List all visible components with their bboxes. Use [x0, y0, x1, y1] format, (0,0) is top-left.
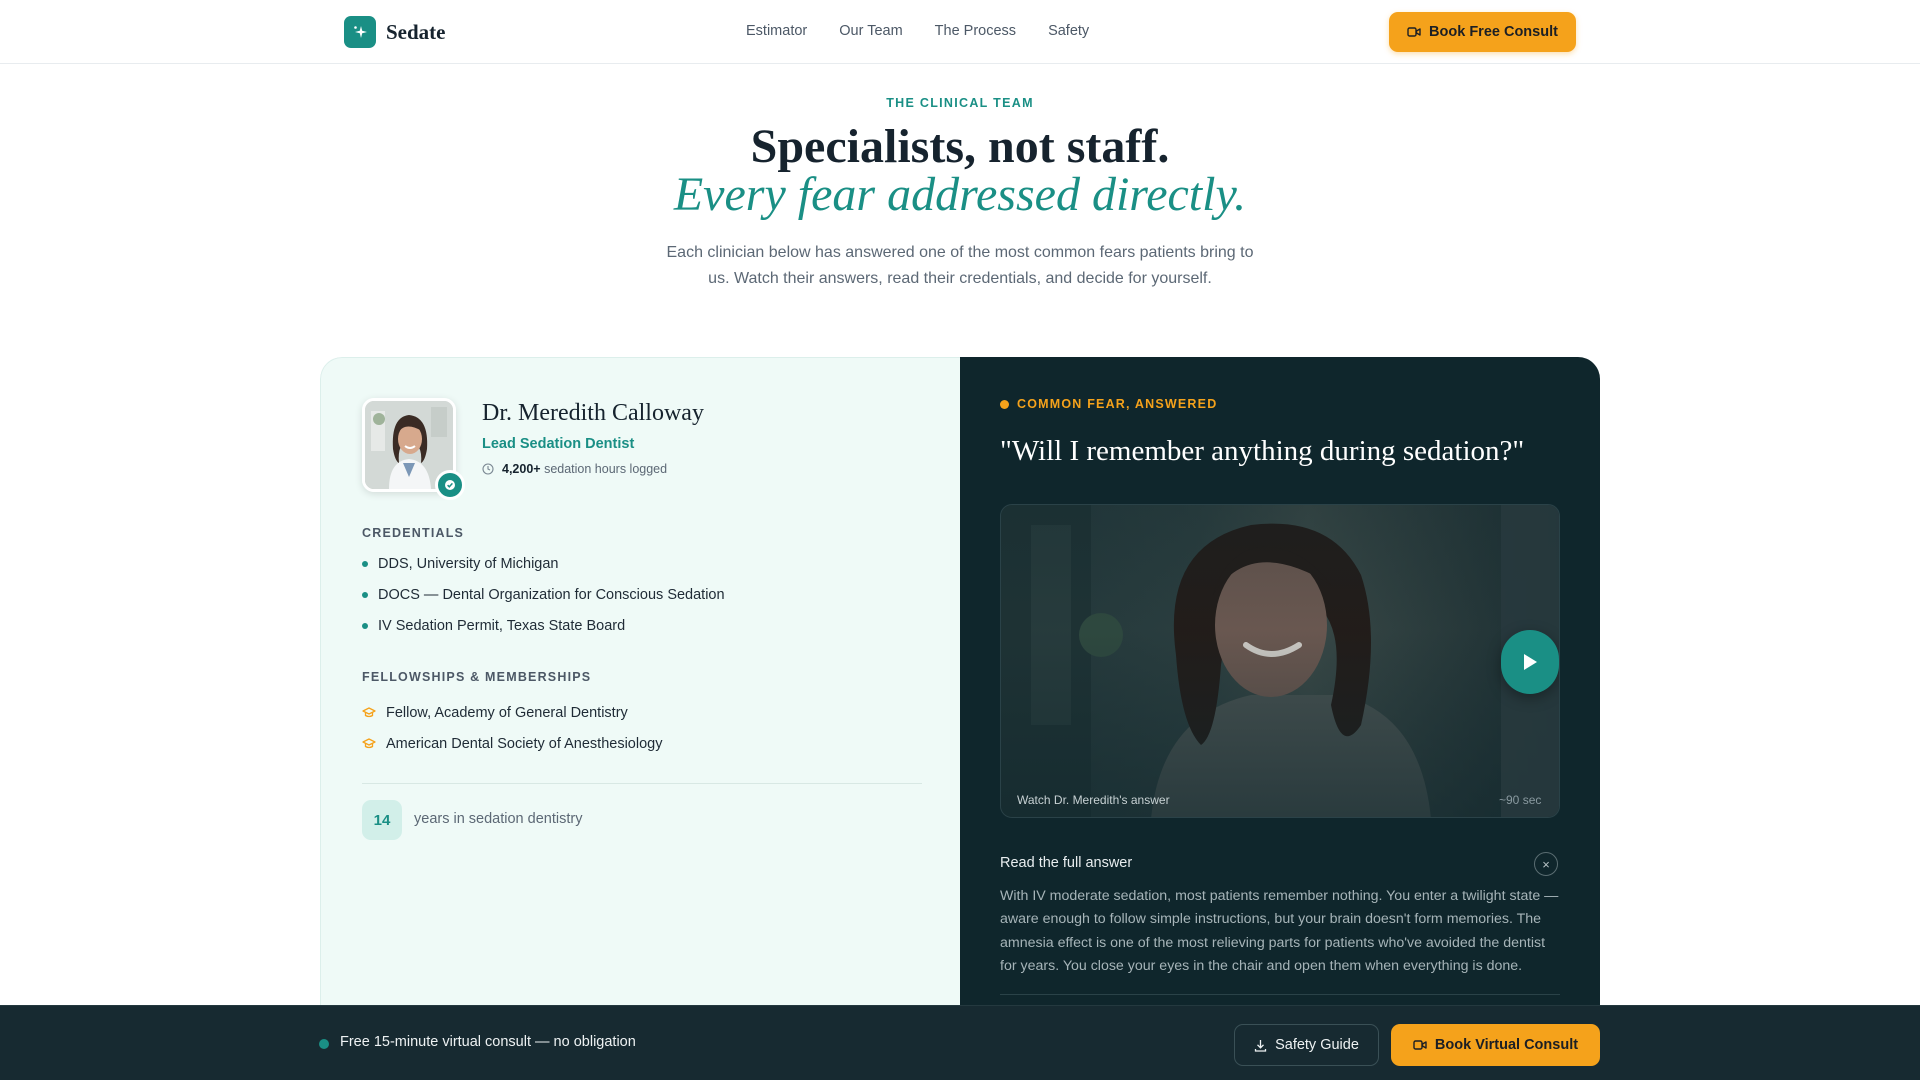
video-player[interactable]: Watch Dr. Meredith's answer ~90 sec	[1000, 504, 1560, 818]
nav-links: Estimator Our Team The Process Safety	[746, 23, 1089, 39]
sparkle-icon	[344, 16, 376, 48]
fellowships-title: FELLOWSHIPS & MEMBERSHIPS	[362, 670, 592, 684]
status-dot	[319, 1039, 329, 1049]
top-nav: Sedate Estimator Our Team The Process Sa…	[0, 0, 1920, 64]
sedation-hours-label: sedation hours logged	[544, 462, 668, 476]
status-dot	[1000, 399, 1009, 409]
list-item: IV Sedation Permit, Texas State Board	[362, 610, 725, 641]
play-button[interactable]	[1501, 630, 1559, 694]
brand-name: Sedate	[386, 19, 446, 44]
safety-guide-button[interactable]: Safety Guide	[1234, 1024, 1379, 1066]
sedation-hours-value: 4,200+	[502, 462, 541, 476]
sticky-bottom-bar: Free 15-minute virtual consult — no obli…	[0, 1005, 1920, 1080]
years-badge: 14	[362, 800, 402, 840]
clinician-name: Dr. Meredith Calloway	[482, 400, 704, 426]
page-title-accent: Every fear addressed directly.	[673, 168, 1247, 221]
bullet-dot	[362, 591, 368, 598]
answer-toggle-title[interactable]: Read the full answer	[1000, 855, 1132, 871]
nav-link-safety[interactable]: Safety	[1048, 23, 1089, 39]
credentials-list: DDS, University of Michigan DOCS — Denta…	[362, 548, 725, 641]
fear-eyebrow: COMMON FEAR, ANSWERED	[1000, 397, 1217, 411]
book-free-consult-label: Book Free Consult	[1429, 24, 1558, 40]
consult-offer-text: Free 15-minute virtual consult — no obli…	[340, 1034, 636, 1050]
clinician-role: Lead Sedation Dentist	[482, 436, 635, 452]
video-camera-icon	[1407, 27, 1421, 37]
list-item: DOCS — Dental Organization for Conscious…	[362, 579, 725, 610]
graduation-cap-icon	[362, 706, 376, 717]
clinician-profile-panel: Dr. Meredith Calloway Lead Sedation Dent…	[320, 357, 960, 1017]
list-item: DDS, University of Michigan	[362, 548, 725, 579]
fear-eyebrow-label: COMMON FEAR, ANSWERED	[1017, 397, 1218, 411]
close-icon[interactable]: ×	[1534, 852, 1558, 876]
fellowship-text: Fellow, Academy of General Dentistry	[386, 704, 628, 721]
book-free-consult-button[interactable]: Book Free Consult	[1389, 12, 1576, 52]
fellowship-text: American Dental Society of Anesthesiolog…	[386, 735, 663, 752]
list-item: American Dental Society of Anesthesiolog…	[362, 728, 662, 759]
brand-logo[interactable]: Sedate	[344, 16, 446, 48]
video-overlay	[1001, 505, 1559, 817]
years-label: years in sedation dentistry	[414, 811, 583, 827]
clock-icon	[482, 463, 494, 475]
bullet-dot	[362, 622, 368, 629]
divider	[1000, 994, 1560, 995]
nav-link-our-team[interactable]: Our Team	[839, 23, 902, 39]
sedation-hours: 4,200+ sedation hours logged	[482, 462, 667, 476]
download-icon	[1254, 1039, 1267, 1052]
nav-link-estimator[interactable]: Estimator	[746, 23, 807, 39]
credential-text: DDS, University of Michigan	[378, 555, 559, 572]
answer-body: With IV moderate sedation, most patients…	[1000, 888, 1559, 975]
video-duration: ~90 sec	[1499, 793, 1542, 807]
credentials-title: CREDENTIALS	[362, 526, 465, 540]
graduation-cap-icon	[362, 737, 376, 748]
divider	[362, 783, 922, 784]
list-item: Fellow, Academy of General Dentistry	[362, 697, 662, 728]
nav-link-the-process[interactable]: The Process	[935, 23, 1016, 39]
verified-badge-icon	[435, 470, 465, 500]
credential-text: DOCS — Dental Organization for Conscious…	[378, 586, 725, 603]
hero-lead: Each clinician below has answered one of…	[666, 244, 1254, 287]
clinician-card: Dr. Meredith Calloway Lead Sedation Dent…	[320, 357, 1600, 1017]
fear-answer-panel: COMMON FEAR, ANSWERED "Will I remember a…	[960, 357, 1600, 1017]
credential-text: IV Sedation Permit, Texas State Board	[378, 617, 626, 634]
video-caption: Watch Dr. Meredith's answer	[1017, 793, 1170, 807]
fellowships-list: Fellow, Academy of General Dentistry Ame…	[362, 697, 662, 759]
section-eyebrow: THE CLINICAL TEAM	[886, 96, 1034, 110]
avatar-wrapper	[362, 398, 465, 500]
fear-question: "Will I remember anything during sedatio…	[1000, 435, 1525, 467]
bullet-dot	[362, 560, 368, 567]
book-virtual-consult-label: Book Virtual Consult	[1434, 1037, 1579, 1053]
safety-guide-label: Safety Guide	[1275, 1037, 1359, 1053]
play-icon	[1524, 654, 1537, 670]
book-virtual-consult-button[interactable]: Book Virtual Consult	[1391, 1024, 1600, 1066]
page-title: Specialists, not staff.	[750, 120, 1170, 173]
video-camera-icon	[1413, 1040, 1427, 1050]
